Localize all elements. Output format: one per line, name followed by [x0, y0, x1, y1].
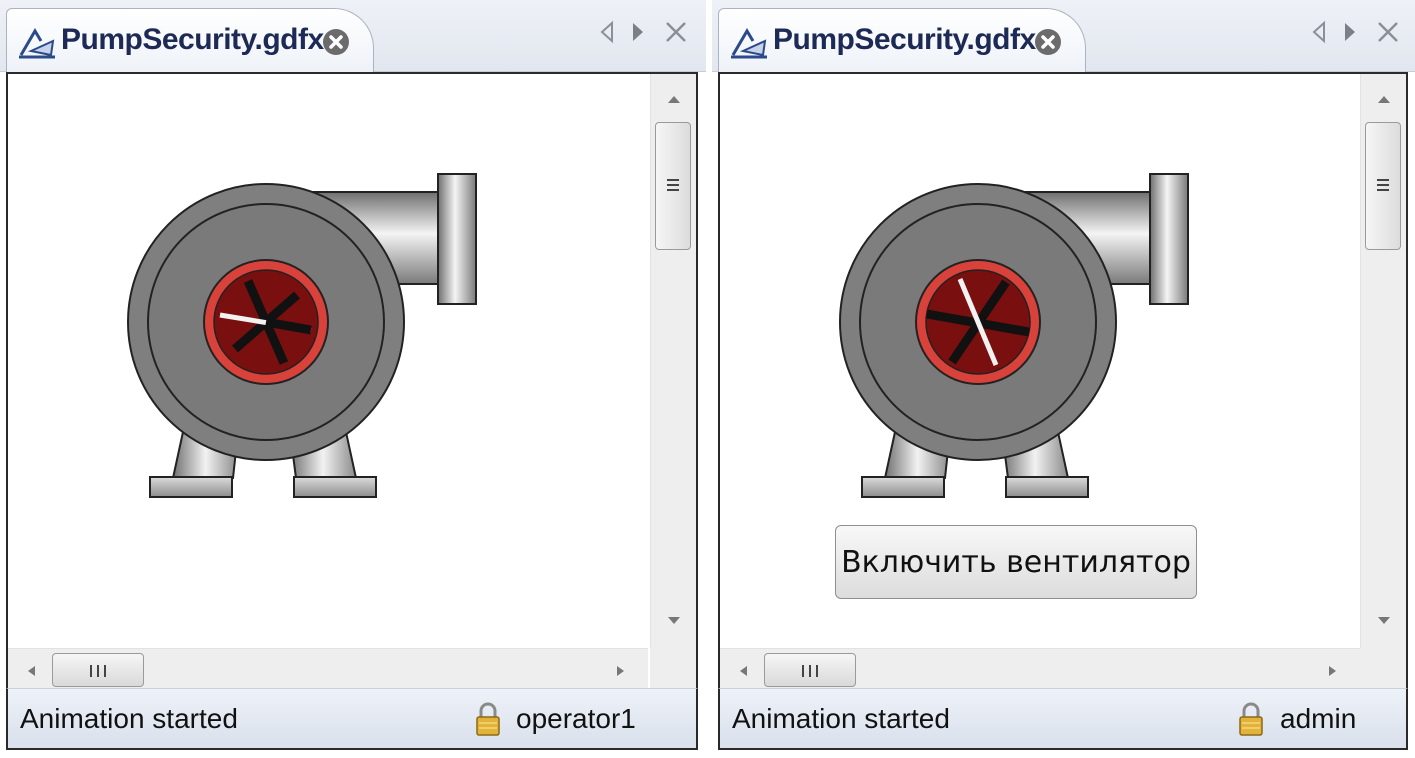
tab-label: PumpSecurity.gdfx — [61, 23, 324, 56]
horizontal-scroll-thumb[interactable] — [764, 653, 856, 687]
diagram-file-icon — [731, 28, 767, 59]
close-icon[interactable] — [662, 18, 690, 46]
vertical-scrollbar[interactable] — [650, 74, 696, 648]
horizontal-scrollbar[interactable] — [8, 648, 648, 688]
horizontal-scrollbar[interactable] — [720, 648, 1360, 688]
prev-tab-icon[interactable] — [594, 18, 622, 46]
next-tab-icon[interactable] — [1336, 18, 1364, 46]
next-tab-icon[interactable] — [624, 18, 652, 46]
vertical-scrollbar[interactable] — [1360, 74, 1406, 648]
status-bar: Animation started admin — [718, 688, 1408, 750]
lock-icon — [476, 702, 500, 736]
left-editor-panel: PumpSecurity.gdfx Animation started oper… — [0, 0, 706, 758]
tab-label: PumpSecurity.gdfx — [773, 23, 1036, 56]
scroll-left-icon[interactable] — [24, 663, 38, 679]
grip-icon — [667, 179, 679, 191]
status-message: Animation started — [732, 703, 950, 734]
scroll-down-icon[interactable] — [1375, 614, 1393, 628]
pump-icon — [127, 173, 477, 498]
scrollbar-corner — [650, 648, 696, 688]
diagram-canvas[interactable]: Включить вентилятор — [720, 74, 1360, 648]
grip-icon — [802, 665, 818, 677]
scroll-down-icon[interactable] — [665, 614, 683, 628]
prev-tab-icon[interactable] — [1306, 18, 1334, 46]
scroll-right-icon[interactable] — [1326, 663, 1340, 679]
close-icon[interactable] — [1374, 18, 1402, 46]
vertical-scroll-thumb[interactable] — [655, 122, 691, 250]
status-message: Animation started — [20, 703, 238, 734]
tab-bar: PumpSecurity.gdfx — [712, 0, 1415, 72]
scrollbar-corner — [1360, 648, 1406, 688]
close-circle-icon[interactable] — [321, 27, 351, 57]
current-user: operator1 — [516, 703, 636, 734]
diagram-file-icon — [19, 28, 55, 59]
tab-bar: PumpSecurity.gdfx — [0, 0, 706, 72]
diagram-viewport: Включить вентилятор — [718, 72, 1408, 688]
scroll-right-icon[interactable] — [614, 663, 628, 679]
diagram-viewport — [6, 72, 698, 688]
lock-icon — [1239, 702, 1263, 736]
horizontal-scroll-thumb[interactable] — [52, 653, 144, 687]
right-editor-panel: PumpSecurity.gdfx Включить вентилятор An… — [712, 0, 1415, 758]
current-user: admin — [1280, 703, 1357, 734]
tab-pumpsecurity[interactable]: PumpSecurity.gdfx — [718, 8, 1086, 72]
grip-icon — [1377, 179, 1389, 191]
vertical-scroll-thumb[interactable] — [1365, 122, 1401, 250]
status-bar: Animation started operator1 — [6, 688, 698, 750]
close-circle-icon[interactable] — [1033, 27, 1063, 57]
tab-pumpsecurity[interactable]: PumpSecurity.gdfx — [6, 8, 374, 72]
grip-icon — [90, 665, 106, 677]
scroll-left-icon[interactable] — [736, 663, 750, 679]
scroll-up-icon[interactable] — [1375, 92, 1393, 106]
diagram-canvas[interactable] — [8, 74, 648, 648]
scroll-up-icon[interactable] — [665, 92, 683, 106]
enable-fan-button[interactable]: Включить вентилятор — [835, 525, 1197, 599]
